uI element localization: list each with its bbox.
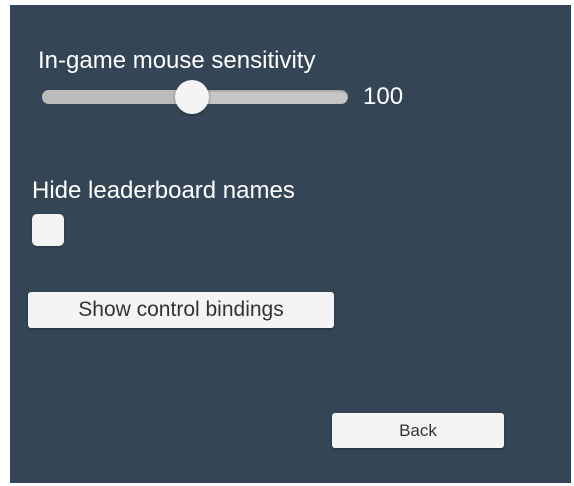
hide-leaderboard-checkbox[interactable] [32,214,64,246]
slider-handle[interactable] [174,80,209,114]
mouse-sensitivity-label: In-game mouse sensitivity [38,47,316,74]
hide-leaderboard-label: Hide leaderboard names [32,177,295,204]
slider-fill [42,90,192,104]
mouse-sensitivity-slider[interactable] [42,80,348,114]
mouse-sensitivity-value: 100 [363,83,404,110]
back-button[interactable]: Back [332,413,504,448]
settings-panel: In-game mouse sensitivity 100 Hide leade… [10,5,571,483]
show-control-bindings-button[interactable]: Show control bindings [28,292,334,328]
